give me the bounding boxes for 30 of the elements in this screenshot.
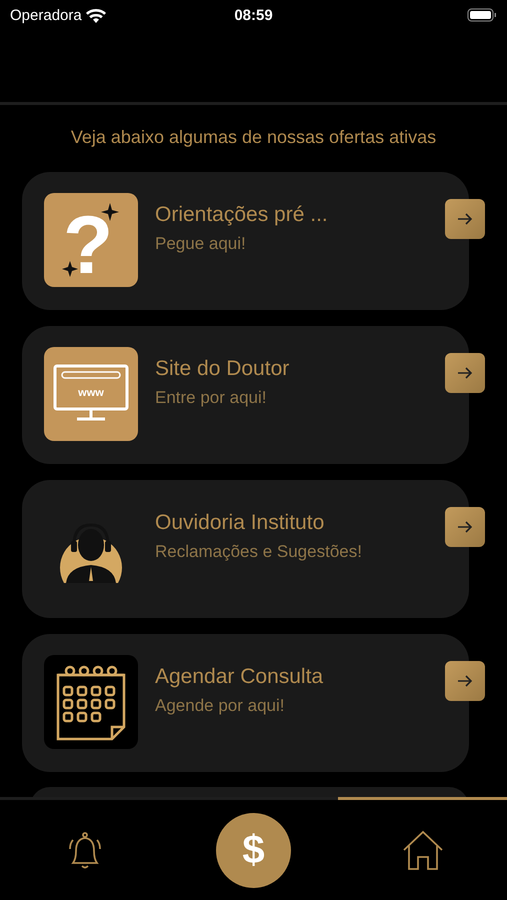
- offer-card[interactable]: ? Orientações pré ... Pegue aqui!: [22, 172, 469, 310]
- offer-subtitle: Reclamações e Sugestões!: [155, 542, 362, 562]
- clock-time: 08:59: [234, 6, 273, 24]
- offer-title: Agendar Consulta: [155, 665, 324, 689]
- home-icon: [400, 829, 444, 871]
- carrier-name: Operadora: [10, 6, 82, 24]
- offers-intro-text: Veja abaixo algumas de nossas ofertas ativas: [70, 126, 438, 149]
- offer-subtitle: Agende por aqui!: [155, 696, 286, 716]
- arrow-button[interactable]: [445, 507, 485, 547]
- wifi-icon: [86, 8, 106, 22]
- arrow-right-icon: [457, 520, 473, 534]
- dollar-icon: $: [216, 812, 291, 888]
- arrow-button[interactable]: [445, 199, 485, 239]
- offer-title: Site do Doutor: [155, 357, 290, 381]
- arrow-right-icon: [457, 674, 473, 688]
- offer-title: Ouvidoria Instituto: [155, 511, 326, 535]
- offer-card[interactable]: Agendar Consulta Agende por aqui!: [22, 634, 469, 772]
- offer-card[interactable]: Ouvidoria Instituto Reclamações e Sugestões!: [22, 480, 469, 618]
- calendar-icon: [44, 655, 138, 749]
- battery-icon: [467, 8, 497, 22]
- arrow-button[interactable]: [445, 661, 485, 701]
- offer-title: Orientações pré ...: [155, 203, 328, 227]
- offer-subtitle: Entre por aqui!: [155, 388, 268, 408]
- arrow-right-icon: [457, 366, 473, 380]
- monitor-icon: www: [44, 347, 138, 441]
- offer-subtitle: Pegue aqui!: [155, 234, 247, 254]
- arrow-right-icon: [457, 212, 473, 226]
- offer-card[interactable]: www Site do Doutor Entre por aqui!: [22, 326, 469, 464]
- arrow-button[interactable]: [445, 353, 485, 393]
- question-icon: ?: [44, 193, 138, 287]
